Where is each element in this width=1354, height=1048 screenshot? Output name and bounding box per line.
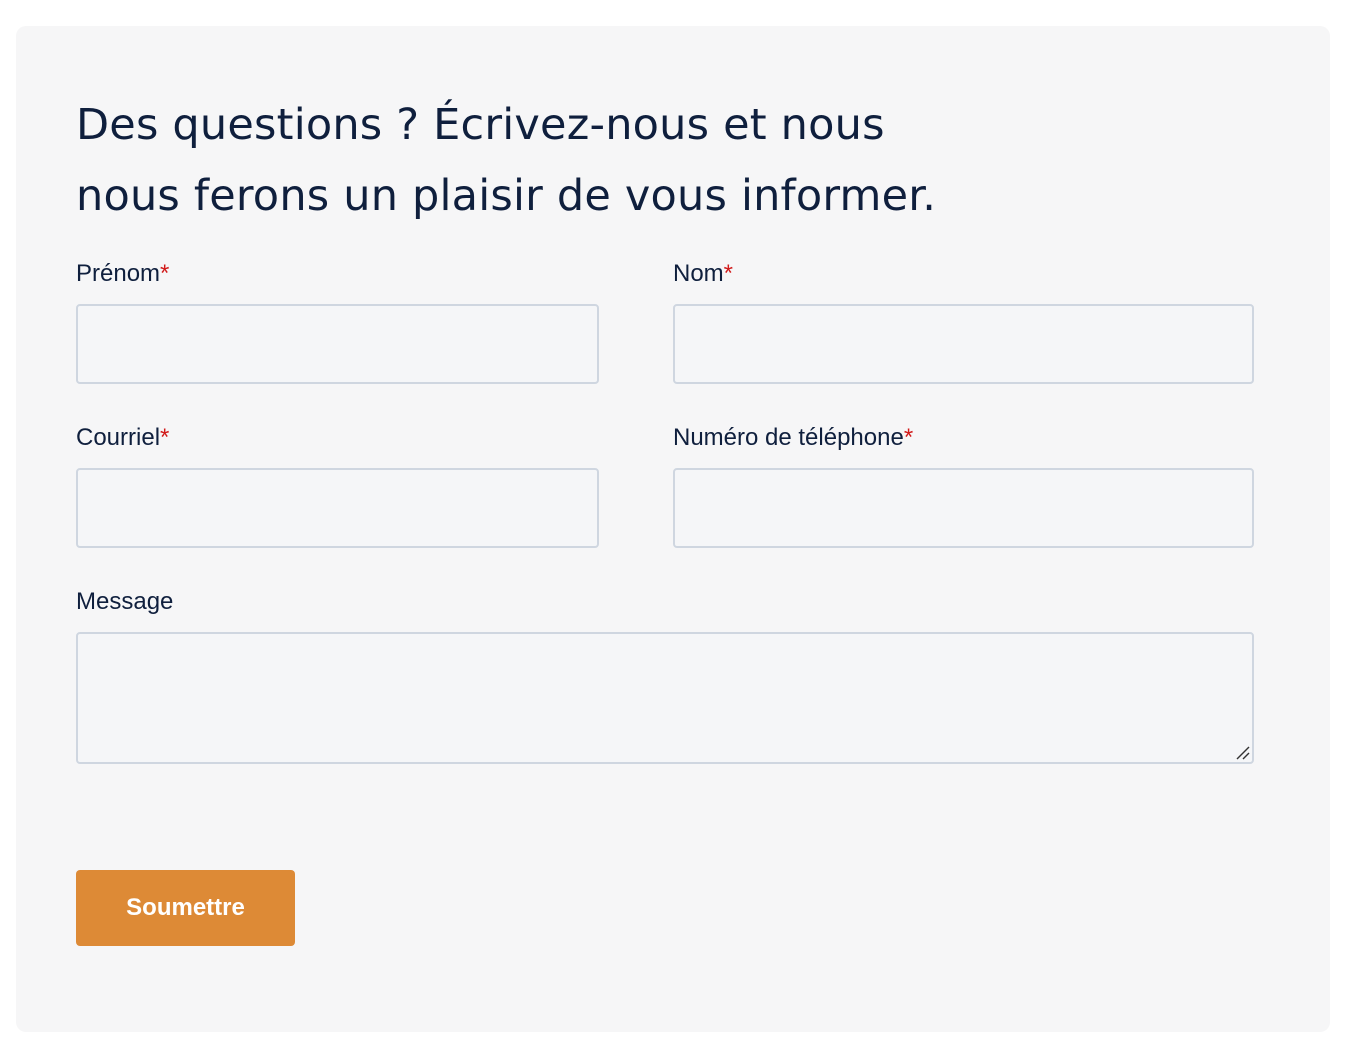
form-heading-line-1: Des questions ? Écrivez-nous et nous (76, 100, 885, 150)
first-name-field: Prénom* (76, 260, 599, 384)
required-marker: * (903, 424, 914, 451)
last-name-input[interactable] (673, 304, 1254, 384)
phone-field: Numéro de téléphone* (673, 424, 1254, 548)
message-textarea-wrapper (76, 632, 1254, 764)
resize-handle-icon[interactable] (1234, 744, 1250, 760)
contact-form-card: Des questions ? Écrivez-nous et nous nou… (16, 26, 1330, 1032)
phone-label: Numéro de téléphone* (673, 424, 914, 451)
first-name-input[interactable] (76, 304, 599, 384)
phone-input[interactable] (673, 468, 1254, 548)
first-name-label: Prénom* (76, 260, 170, 287)
submit-button[interactable]: Soumettre (76, 870, 295, 946)
form-heading-line-2: nous ferons un plaisir de vous informer. (76, 171, 937, 221)
last-name-label: Nom* (673, 260, 734, 287)
message-label: Message (76, 588, 174, 615)
email-field: Courriel* (76, 424, 599, 548)
email-input[interactable] (76, 468, 599, 548)
email-label: Courriel* (76, 424, 170, 451)
last-name-field: Nom* (673, 260, 1254, 384)
required-marker: * (160, 260, 170, 287)
required-marker: * (723, 260, 734, 287)
message-textarea[interactable] (76, 632, 1254, 764)
form-heading: Des questions ? Écrivez-nous et nous nou… (76, 90, 1116, 232)
message-field: Message (76, 588, 1254, 764)
required-marker: * (160, 424, 170, 451)
